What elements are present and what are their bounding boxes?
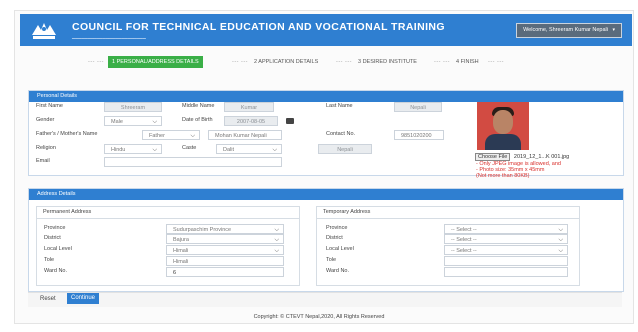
photo-file-name: 2019_12_1...K 001.jpg <box>513 154 570 160</box>
perm-district-select[interactable]: Bajura ⌵ <box>166 234 284 244</box>
form-actions-bar <box>28 292 622 307</box>
chevron-down-icon: ⌵ <box>152 147 157 153</box>
guardian-relation-select[interactable]: Father ⌵ <box>142 130 200 140</box>
calendar-icon[interactable] <box>286 118 294 124</box>
religion-select[interactable]: Hindu ⌵ <box>104 144 162 154</box>
contact-field[interactable]: 9851020200 <box>394 130 444 140</box>
temp-local-value: -- Select -- <box>451 248 477 254</box>
guardian-name-field[interactable]: Mohan Kumar Nepali <box>208 130 282 140</box>
chevron-down-icon: ⌵ <box>274 237 279 243</box>
nationality-field[interactable]: Nepali <box>318 144 372 154</box>
chevron-down-icon: ⌵ <box>274 248 279 254</box>
step-application-details[interactable]: 2 APPLICATION DETAILS <box>254 56 318 68</box>
caste-select[interactable]: Dalit ⌵ <box>216 144 282 154</box>
photo-note-limit: (Not more than 80KB) <box>476 173 530 179</box>
gender-select[interactable]: Male ⌵ <box>104 116 162 126</box>
user-menu-label: Welcome, Shreeram Kumar Nepali <box>523 27 608 33</box>
last-name-label: Last Name <box>326 103 353 109</box>
temporary-address-heading: Temporary Address <box>317 207 579 219</box>
step-connector: --- --- <box>488 59 505 65</box>
temp-district-select[interactable]: -- Select -- ⌵ <box>444 234 568 244</box>
continue-button[interactable]: Continue <box>67 293 100 304</box>
perm-ward-label: Ward No. <box>44 268 68 274</box>
caret-down-icon: ▾ <box>612 27 615 33</box>
perm-tole-label: Tole <box>44 257 55 263</box>
permanent-address-heading: Permanent Address <box>37 207 299 219</box>
wizard-steps: --- --- 1 PERSONAL/ADDRESS DETAILS --- -… <box>0 56 638 68</box>
perm-province-value: Sudurpaschim Province <box>173 227 232 233</box>
site-header: COUNCIL FOR TECHNICAL EDUCATION AND VOCA… <box>20 14 632 46</box>
last-name-field[interactable]: Nepali <box>394 102 442 112</box>
guardian-label: Father's / Mother's Name <box>36 131 98 137</box>
temp-district-label: District <box>326 235 343 241</box>
chevron-down-icon: ⌵ <box>152 119 157 125</box>
user-menu-button[interactable]: Welcome, Shreeram Kumar Nepali ▾ <box>516 23 622 38</box>
perm-district-value: Bajura <box>173 237 189 243</box>
site-subtitle-decoration: ▁▁▁▁▁▁▁▁▁▁▁▁▁▁▁▁▁▁▁▁▁▁▁▁ <box>72 34 146 39</box>
temp-ward-field[interactable] <box>444 267 568 277</box>
first-name-label: First Name <box>36 103 63 109</box>
temp-province-select[interactable]: -- Select -- ⌵ <box>444 224 568 234</box>
chevron-down-icon: ⌵ <box>274 227 279 233</box>
site-title: COUNCIL FOR TECHNICAL EDUCATION AND VOCA… <box>72 21 445 33</box>
reset-button[interactable]: Reset <box>40 296 56 302</box>
chevron-down-icon: ⌵ <box>272 147 277 153</box>
perm-province-select[interactable]: Sudurpaschim Province ⌵ <box>166 224 284 234</box>
email-label: Email <box>36 158 50 164</box>
step-desired-institute[interactable]: 3 DESIRED INSTITUTE <box>358 56 417 68</box>
temp-district-value: -- Select -- <box>451 237 477 243</box>
chevron-down-icon: ⌵ <box>558 227 563 233</box>
temp-province-label: Province <box>326 225 348 231</box>
step-connector: --- --- <box>88 59 105 65</box>
temp-tole-field[interactable] <box>444 256 568 266</box>
gender-label: Gender <box>36 117 55 123</box>
personal-details-heading: Personal Details <box>29 91 623 102</box>
temp-local-select[interactable]: -- Select -- ⌵ <box>444 245 568 255</box>
step-connector: --- --- <box>232 59 249 65</box>
chevron-down-icon: ⌵ <box>190 133 195 139</box>
temp-province-value: -- Select -- <box>451 227 477 233</box>
caste-label: Caste <box>182 145 197 151</box>
contact-label: Contact No. <box>326 131 356 137</box>
caste-value: Dalit <box>223 147 235 153</box>
choose-file-button[interactable]: Choose File <box>475 153 511 161</box>
email-field[interactable] <box>104 157 282 167</box>
step-connector: --- --- <box>336 59 353 65</box>
perm-district-label: District <box>44 235 61 241</box>
chevron-down-icon: ⌵ <box>558 237 563 243</box>
address-details-heading: Address Details <box>29 189 623 200</box>
temp-tole-label: Tole <box>326 257 337 263</box>
step-personal-address[interactable]: 1 PERSONAL/ADDRESS DETAILS <box>108 56 203 68</box>
perm-province-label: Province <box>44 225 66 231</box>
step-connector: --- --- <box>434 59 451 65</box>
religion-value: Hindu <box>111 147 126 153</box>
copyright-text: Copyright: © CTEVT Nepal,2020, All Right… <box>253 314 385 320</box>
ctevt-logo-icon <box>30 19 58 41</box>
perm-tole-field[interactable]: Himali <box>166 256 284 266</box>
temp-ward-label: Ward No. <box>326 268 350 274</box>
photo-file-input[interactable]: Choose File 2019_12_1...K 001.jpg <box>475 153 569 161</box>
perm-local-value: Himali <box>173 248 189 254</box>
gender-value: Male <box>111 119 123 125</box>
guardian-relation-value: Father <box>149 133 165 139</box>
chevron-down-icon: ⌵ <box>558 248 563 254</box>
applicant-photo <box>477 102 529 150</box>
religion-label: Religion <box>36 145 56 151</box>
middle-name-label: Middle Name <box>182 103 215 109</box>
dob-field[interactable]: 2007-08-05 <box>224 116 278 126</box>
step-finish[interactable]: 4 FINISH <box>456 56 479 68</box>
first-name-field[interactable]: Shreeram <box>104 102 162 112</box>
perm-ward-field[interactable]: 6 <box>166 267 284 277</box>
dob-label: Date of Birth <box>182 117 213 123</box>
perm-local-label: Local Level <box>44 246 72 252</box>
perm-local-select[interactable]: Himali ⌵ <box>166 245 284 255</box>
temp-local-label: Local Level <box>326 246 354 252</box>
middle-name-field[interactable]: Kumar <box>224 102 274 112</box>
